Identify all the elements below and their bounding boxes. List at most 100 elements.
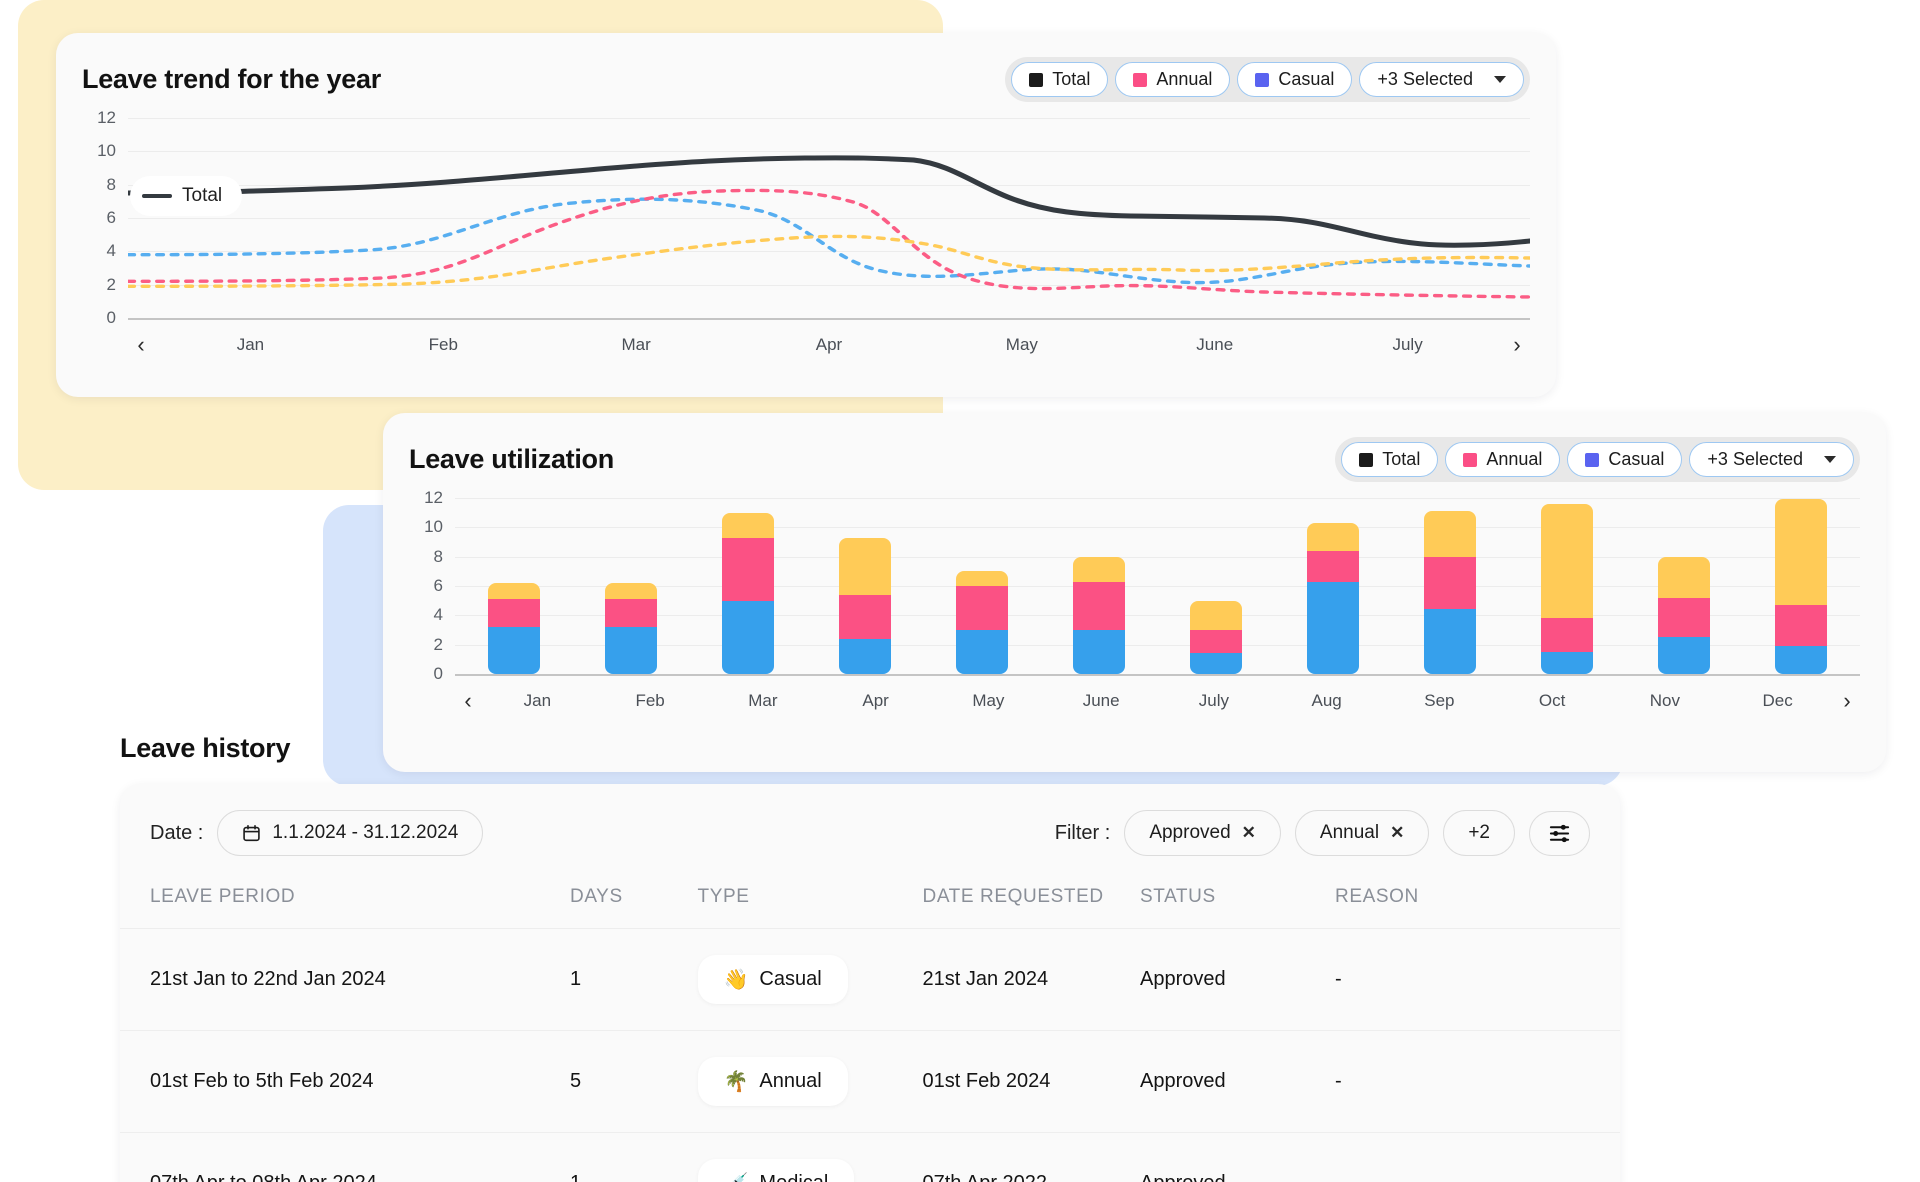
legend-chip-total[interactable]: Total — [1011, 62, 1109, 97]
x-tick-nov: Nov — [1649, 691, 1680, 710]
cell-date-requested: 01st Feb 2024 — [922, 1030, 1140, 1133]
stacked-bar[interactable] — [1541, 503, 1594, 674]
bar-segment-annual — [1424, 556, 1477, 610]
total-line-icon — [142, 194, 172, 198]
filter-chip-annual-label: Annual — [1319, 822, 1380, 843]
stacked-bar[interactable] — [1307, 522, 1360, 674]
bar-segment-annual — [1072, 581, 1125, 630]
leave-history-card: Date : 1.1.2024 - 31.12.2024 Filter : Ap… — [120, 784, 1620, 1182]
util-legend-chip-casual-label: Casual — [1608, 449, 1665, 469]
x-tick-mar: Mar — [748, 691, 778, 710]
bar-segment-annual — [487, 599, 540, 628]
close-icon[interactable]: ✕ — [1390, 823, 1404, 843]
bar-segment-other — [1658, 556, 1711, 598]
util-prev-arrow[interactable]: ‹ — [455, 688, 481, 714]
next-period-arrow[interactable]: › — [1504, 332, 1530, 358]
cell-leave-period: 07th Apr to 08th Apr 2024 — [120, 1132, 570, 1182]
bar-segment-other — [604, 583, 657, 600]
legend-more-dropdown[interactable]: +3 Selected — [1359, 62, 1524, 97]
cell-status: Approved — [1140, 1030, 1335, 1133]
x-tick-june: June — [1082, 691, 1120, 710]
bar-segment-casual — [955, 630, 1008, 674]
trend-x-axis: ‹ Jan Feb Mar Apr May June July › — [128, 332, 1530, 358]
stacked-bar[interactable] — [487, 583, 540, 674]
total-series-badge-label: Total — [182, 185, 223, 206]
bar-segment-casual — [1775, 646, 1828, 674]
x-tick-july: July — [1198, 691, 1229, 710]
cell-status: Approved — [1140, 1132, 1335, 1182]
filter-chip-more[interactable]: +2 — [1443, 810, 1515, 856]
date-range-picker[interactable]: 1.1.2024 - 31.12.2024 — [217, 810, 484, 856]
trend-series-svg — [128, 155, 1530, 299]
util-plot-wrap: 12 10 8 6 4 2 0 ‹ Jan Feb Mar Apr May Ju… — [383, 482, 1886, 713]
close-icon[interactable]: ✕ — [1242, 823, 1256, 843]
table-row[interactable]: 01st Feb to 5th Feb 2024 5 🌴 Annual 01st Feb… — [120, 1030, 1620, 1133]
util-next-arrow[interactable]: › — [1834, 688, 1860, 714]
column-header-reason: REASON — [1335, 886, 1419, 907]
legend-chip-total-label: Total — [1052, 69, 1091, 89]
date-range-value: 1.1.2024 - 31.12.2024 — [272, 822, 459, 843]
cell-reason: - — [1335, 928, 1620, 1031]
stacked-bar[interactable] — [1658, 556, 1711, 674]
util-y-axis: 12 10 8 6 4 2 0 — [409, 488, 443, 683]
bar-segment-casual — [721, 600, 774, 674]
filter-chip-approved[interactable]: Approved ✕ — [1124, 810, 1281, 856]
series-path-total — [128, 155, 1530, 248]
column-header-days: DAYS — [570, 886, 623, 907]
x-tick-dec: Dec — [1762, 691, 1793, 710]
bar-segment-other — [487, 583, 540, 600]
util-legend-group: Total Annual Casual +3 Selected — [1335, 437, 1860, 482]
table-row[interactable]: 07th Apr to 08th Apr 20241 💉 Medical 07th A… — [120, 1132, 1620, 1182]
stacked-bar[interactable] — [1424, 511, 1477, 674]
cell-type: 💉 Medical — [697, 1132, 923, 1182]
bar-slot-may — [923, 498, 1040, 674]
bar-slot-dec — [1743, 498, 1860, 674]
filter-settings-button[interactable] — [1529, 810, 1590, 856]
cell-reason: - — [1335, 1132, 1620, 1182]
cell-type: 👋 Casual — [697, 928, 923, 1031]
x-tick-apr: Apr — [862, 691, 889, 710]
stacked-bar[interactable] — [955, 571, 1008, 674]
leave-type-emoji-icon: 👋 — [723, 968, 749, 991]
util-legend-chip-total[interactable]: Total — [1341, 442, 1439, 477]
stacked-bar[interactable] — [1190, 600, 1242, 674]
table-row[interactable]: 21st Jan to 22nd Jan 2024 1 👋 Casual 21st Ja… — [120, 928, 1620, 1031]
filter-chip-annual[interactable]: Annual ✕ — [1294, 810, 1430, 856]
cell-type: 🌴 Annual — [697, 1030, 923, 1133]
table-header: LEAVE PERIOD DAYS TYPE DATE REQUESTED ST… — [120, 876, 1620, 929]
util-legend-chip-casual[interactable]: Casual — [1567, 442, 1683, 477]
x-tick-feb: Feb — [635, 691, 665, 710]
bars-container — [455, 498, 1860, 674]
util-legend-chip-annual[interactable]: Annual — [1445, 442, 1561, 477]
history-toolbar: Date : 1.1.2024 - 31.12.2024 Filter : Ap… — [120, 784, 1620, 876]
bar-segment-casual — [604, 627, 657, 674]
cell-days: 1 — [570, 1132, 698, 1182]
cell-status: Approved — [1140, 928, 1335, 1031]
bar-segment-other — [1072, 556, 1125, 582]
stacked-bar[interactable] — [721, 512, 774, 674]
calendar-icon — [243, 824, 261, 841]
stacked-bar[interactable] — [604, 583, 657, 674]
leave-type-label: Casual — [759, 968, 822, 990]
stacked-bar[interactable] — [1072, 556, 1125, 674]
util-legend-more-dropdown[interactable]: +3 Selected — [1689, 442, 1854, 477]
util-bar-chart — [455, 498, 1860, 676]
stacked-bar[interactable] — [1775, 499, 1828, 674]
bar-segment-annual — [1190, 630, 1242, 654]
leave-utilization-title: Leave utilization — [409, 444, 614, 474]
trend-y-axis: 12 10 8 6 4 2 0 — [82, 108, 116, 327]
bar-segment-annual — [955, 586, 1008, 630]
x-tick-jan: Jan — [523, 691, 552, 710]
leave-history-table: LEAVE PERIOD DAYS TYPE DATE REQUESTED ST… — [120, 876, 1620, 1182]
legend-chip-casual[interactable]: Casual — [1237, 62, 1353, 97]
legend-chip-annual[interactable]: Annual — [1115, 62, 1231, 97]
total-swatch-icon — [1029, 72, 1044, 87]
cell-days: 1 — [570, 928, 698, 1031]
x-tick-jan: Jan — [236, 335, 265, 354]
leave-history-title: Leave history — [120, 733, 291, 763]
prev-period-arrow[interactable]: ‹ — [128, 332, 154, 358]
column-header-date-requested: DATE REQUESTED — [922, 886, 1104, 907]
stacked-bar[interactable] — [838, 537, 891, 674]
leave-type-badge: 🌴 Annual — [697, 1057, 848, 1106]
y-tick: 12 — [97, 108, 116, 127]
